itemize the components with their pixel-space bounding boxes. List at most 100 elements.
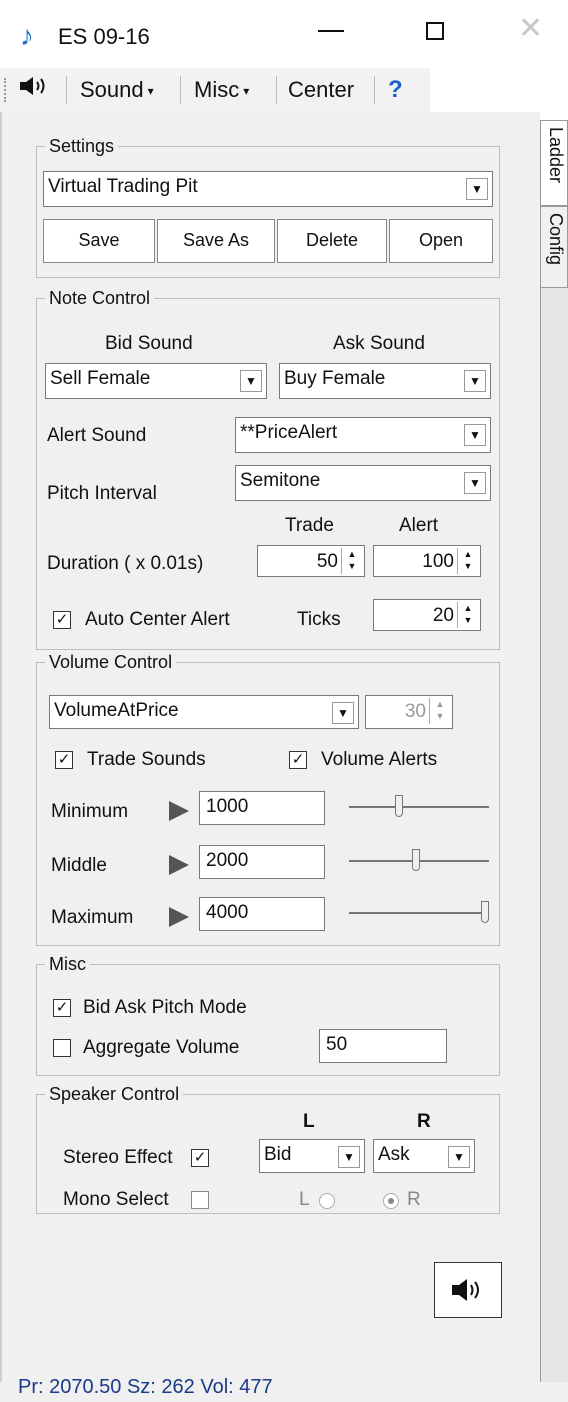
chevron-down-icon: ▼ [466, 178, 488, 200]
slider-thumb[interactable] [395, 795, 403, 817]
check-icon: ✓ [57, 751, 71, 768]
delete-button[interactable]: Delete [277, 219, 387, 263]
window-title: ES 09-16 [58, 24, 150, 49]
left-channel-value: Bid [264, 1144, 292, 1165]
bid-sound-value: Sell Female [50, 368, 151, 389]
slider-track [349, 912, 489, 914]
chevron-down-icon: ▼ [240, 370, 262, 392]
sound-menu[interactable]: Sound ▾ [80, 74, 154, 106]
middle-slider[interactable] [349, 849, 489, 873]
title-bar: ♪ ES 09-16 ✕ [0, 0, 568, 68]
tab-ladder[interactable]: Ladder [540, 120, 568, 206]
misc-menu[interactable]: Misc ▾ [194, 74, 249, 106]
alert-column-label: Alert [399, 515, 439, 536]
right-channel-select[interactable]: Ask ▼ [373, 1139, 475, 1173]
profile-select-value: Virtual Trading Pit [48, 176, 198, 197]
pitch-interval-select[interactable]: Semitone ▼ [235, 465, 491, 501]
center-button[interactable]: Center [288, 74, 354, 106]
duration-trade-spinner[interactable]: 50 ▲ ▼ [257, 545, 365, 577]
ask-sound-select[interactable]: Buy Female ▼ [279, 363, 491, 399]
minimum-slider[interactable] [349, 795, 489, 819]
radio-r[interactable] [383, 1193, 399, 1209]
mono-select-label: Mono Select [63, 1189, 169, 1210]
ask-sound-label: Ask Sound [333, 333, 425, 354]
slider-thumb[interactable] [481, 901, 489, 923]
duration-alert-value: 100 [422, 551, 454, 572]
maximum-label: Maximum [51, 907, 134, 928]
misc-legend: Misc [45, 953, 90, 975]
close-button[interactable]: ✕ [518, 14, 543, 44]
alert-sound-select[interactable]: **PriceAlert ▼ [235, 417, 491, 453]
aggregate-volume-checkbox[interactable] [53, 1039, 71, 1057]
status-bar: Pr: 2070.50 Sz: 262 Vol: 477 [0, 1376, 568, 1402]
alert-sound-value: **PriceAlert [240, 422, 338, 443]
ticks-spinner[interactable]: 20 ▲ ▼ [373, 599, 481, 631]
tab-ladder-label: Ladder [546, 127, 566, 184]
play-minimum-icon[interactable] [169, 801, 189, 821]
check-icon: ✓ [291, 751, 305, 768]
chevron-down-icon: ▼ [464, 424, 486, 446]
radio-l[interactable] [319, 1193, 335, 1209]
volume-mode-spinner[interactable]: 30 ▲ ▼ [365, 695, 453, 729]
help-button[interactable]: ? [388, 74, 403, 106]
spinner-arrows-icon[interactable]: ▲ ▼ [457, 602, 478, 628]
right-channel-value: Ask [378, 1144, 410, 1165]
play-middle-icon[interactable] [169, 855, 189, 875]
bid-ask-pitch-checkbox[interactable]: ✓ [53, 999, 71, 1017]
chevron-down-icon: ▾ [243, 84, 250, 99]
left-channel-header: L [303, 1111, 315, 1132]
save-as-button[interactable]: Save As [157, 219, 275, 263]
tab-config[interactable]: Config [540, 206, 568, 288]
chevron-down-icon: ▼ [464, 370, 486, 392]
minimum-label: Minimum [51, 801, 129, 822]
volume-alerts-checkbox[interactable]: ✓ [289, 751, 307, 769]
stereo-effect-checkbox[interactable]: ✓ [191, 1149, 209, 1167]
profile-select[interactable]: Virtual Trading Pit ▼ [43, 171, 493, 207]
mono-select-checkbox[interactable] [191, 1191, 209, 1209]
sound-menu-label: Sound [80, 77, 144, 102]
volume-mode-spinner-value: 30 [404, 701, 426, 722]
duration-alert-spinner[interactable]: 100 ▲ ▼ [373, 545, 481, 577]
status-text: Pr: 2070.50 Sz: 262 Vol: 477 [18, 1376, 273, 1398]
volume-mode-select[interactable]: VolumeAtPrice ▼ [49, 695, 359, 729]
bid-sound-label: Bid Sound [105, 333, 193, 354]
left-channel-select[interactable]: Bid ▼ [259, 1139, 365, 1173]
alert-sound-label: Alert Sound [47, 425, 147, 446]
tab-strip [540, 288, 568, 1382]
misc-group: Misc ✓ Bid Ask Pitch Mode Aggregate Volu… [36, 953, 500, 1076]
aggregate-volume-input[interactable]: 50 [319, 1029, 447, 1063]
speaker-toggle-icon[interactable] [18, 74, 52, 106]
maximum-input[interactable]: 4000 [199, 897, 325, 931]
play-maximum-icon[interactable] [169, 907, 189, 927]
toolbar-grip[interactable] [4, 78, 8, 102]
spinner-arrows-icon[interactable]: ▲ ▼ [457, 548, 478, 574]
open-button[interactable]: Open [389, 219, 493, 263]
aggregate-volume-label: Aggregate Volume [83, 1037, 240, 1058]
bid-sound-select[interactable]: Sell Female ▼ [45, 363, 267, 399]
slider-thumb[interactable] [412, 849, 420, 871]
spinner-arrows-icon[interactable]: ▲ ▼ [341, 548, 362, 574]
middle-input[interactable]: 2000 [199, 845, 325, 879]
speaker-button[interactable] [434, 1262, 502, 1318]
radio-l-label: L [299, 1189, 310, 1210]
note-control-legend: Note Control [45, 287, 155, 309]
note-control-group: Note Control Bid Sound Ask Sound Sell Fe… [36, 287, 500, 650]
maximum-slider[interactable] [349, 901, 489, 925]
auto-center-label: Auto Center Alert [85, 609, 230, 630]
chevron-down-icon: ▼ [332, 702, 354, 724]
check-icon: ✓ [55, 999, 69, 1016]
volume-control-legend: Volume Control [45, 651, 177, 673]
minimum-input[interactable]: 1000 [199, 791, 325, 825]
music-note-icon: ♪ [20, 20, 34, 51]
middle-label: Middle [51, 855, 107, 876]
pitch-interval-value: Semitone [240, 470, 321, 491]
maximize-button[interactable] [426, 22, 444, 40]
misc-menu-label: Misc [194, 77, 240, 102]
spinner-arrows-icon[interactable]: ▲ ▼ [429, 698, 450, 724]
stereo-effect-label: Stereo Effect [63, 1147, 173, 1168]
minimize-button[interactable] [318, 30, 344, 32]
speaker-control-legend: Speaker Control [45, 1083, 184, 1105]
save-button[interactable]: Save [43, 219, 155, 263]
auto-center-checkbox[interactable]: ✓ [53, 611, 71, 629]
trade-sounds-checkbox[interactable]: ✓ [55, 751, 73, 769]
